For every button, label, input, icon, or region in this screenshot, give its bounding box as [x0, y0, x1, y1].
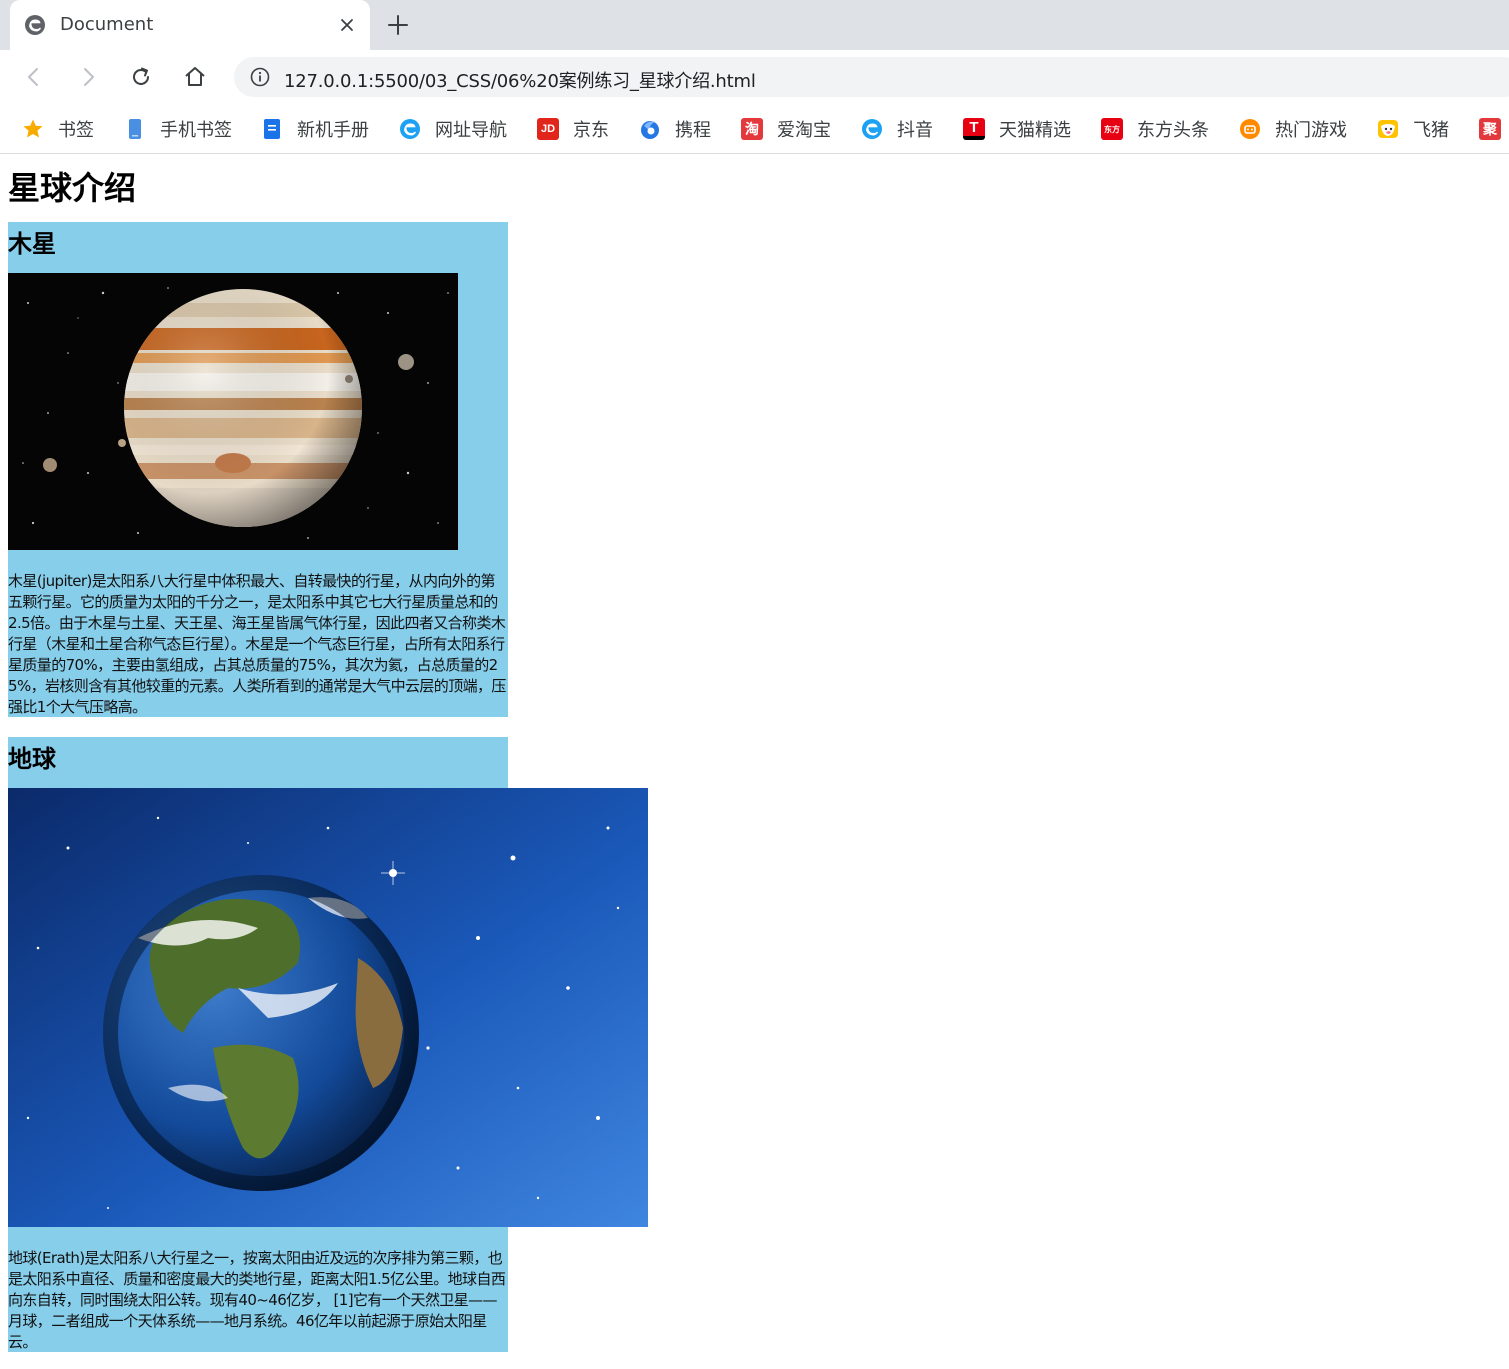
back-arrow-icon[interactable] [22, 65, 46, 89]
new-tab-plus-icon[interactable] [386, 13, 410, 37]
bookmark-label: 飞猪 [1413, 120, 1449, 141]
planet-card-jupiter: 木星 木星(jupiter)是太阳系八大行星中体积最大、自转最快的行星，从内向外… [8, 222, 508, 717]
bookmark-label: 京东 [573, 120, 609, 141]
page-title: 星球介绍 [8, 169, 137, 207]
bookmark-item[interactable]: 热门游戏 [1239, 116, 1347, 142]
ie-e-icon [862, 119, 882, 139]
bookmark-label: 天猫精选 [999, 120, 1071, 141]
home-icon[interactable] [183, 65, 207, 89]
bookmarks-bar: 书签 手机书签 新机手册 网址导航 JD 京东 携程 淘 爱淘宝 抖音 T 天猫… [0, 104, 1509, 154]
browser-toolbar: 127.0.0.1:5500/03_CSS/06%20案例练习_星球介绍.htm… [0, 50, 1509, 104]
bookmark-label: 携程 [675, 120, 711, 141]
bookmark-label: 东方头条 [1137, 120, 1209, 141]
bookmark-item[interactable]: 聚 [1479, 116, 1501, 142]
bookmark-label: 爱淘宝 [777, 120, 831, 141]
address-bar[interactable]: 127.0.0.1:5500/03_CSS/06%20案例练习_星球介绍.htm… [234, 57, 1509, 97]
ctrip-icon [641, 121, 659, 139]
bookmark-item[interactable]: 飞猪 [1377, 116, 1449, 142]
bookmark-item[interactable]: 网址导航 [399, 116, 507, 142]
bookmark-item[interactable]: T 天猫精选 [963, 116, 1071, 142]
close-icon[interactable] [336, 14, 358, 36]
manual-icon [264, 119, 280, 139]
bookmark-label: 书签 [58, 120, 94, 141]
reload-icon[interactable] [129, 65, 153, 89]
juhuasuan-icon: 聚 [1479, 118, 1501, 140]
ie-e-icon [400, 119, 420, 139]
url-text[interactable]: 127.0.0.1:5500/03_CSS/06%20案例练习_星球介绍.htm… [284, 67, 756, 93]
bookmark-item[interactable]: 淘 爱淘宝 [741, 116, 831, 142]
tab-title: Document [60, 14, 154, 35]
bookmark-label: 手机书签 [160, 120, 232, 141]
browser-logo-icon [25, 15, 45, 35]
planet-heading: 木星 [8, 230, 56, 258]
bookmark-item[interactable]: 携程 [639, 116, 711, 142]
bookmark-label: 网址导航 [435, 120, 507, 141]
bookmark-item[interactable]: JD 京东 [537, 116, 609, 142]
tab-strip: Document [0, 0, 1509, 50]
planet-description: 地球(Erath)是太阳系八大行星之一，按离太阳由近及远的次序排为第三颗，也是太… [8, 1249, 506, 1351]
bookmark-label: 热门游戏 [1275, 120, 1347, 141]
bookmark-item[interactable]: 书签 [22, 116, 94, 142]
bookmark-label: 抖音 [897, 120, 933, 141]
dftt-icon: 东方 [1101, 118, 1123, 140]
tab-document[interactable]: Document [10, 0, 370, 50]
fliggy-icon [1378, 120, 1398, 138]
bookmark-item[interactable]: 东方 东方头条 [1101, 116, 1209, 142]
bookmark-item[interactable]: 抖音 [861, 116, 933, 142]
star-icon [23, 119, 43, 138]
earth-image [8, 788, 648, 1227]
tmall-icon: T [963, 118, 985, 140]
page-viewport: 星球介绍 木星 木星(jupiter)是太阳系八大行星中体积最大、自转最快的行星… [0, 155, 1509, 1369]
planet-description: 木星(jupiter)是太阳系八大行星中体积最大、自转最快的行星，从内向外的第五… [8, 572, 506, 716]
forward-arrow-icon[interactable] [76, 65, 100, 89]
phone-bookmark-icon [129, 119, 141, 139]
site-info-icon[interactable] [250, 67, 270, 87]
bookmark-label: 新机手册 [297, 120, 369, 141]
jupiter-image [8, 273, 458, 550]
bookmark-item[interactable]: 手机书签 [124, 116, 232, 142]
planet-heading: 地球 [8, 745, 56, 773]
taobao-icon: 淘 [741, 118, 763, 140]
bookmark-item[interactable]: 新机手册 [261, 116, 369, 142]
planet-card-earth: 地球 地球(Erath)是太阳系八大行星之一，按离太阳由近及远的次序排为第三颗，… [8, 737, 648, 1352]
game-icon [1240, 119, 1260, 139]
jd-icon: JD [537, 118, 559, 140]
